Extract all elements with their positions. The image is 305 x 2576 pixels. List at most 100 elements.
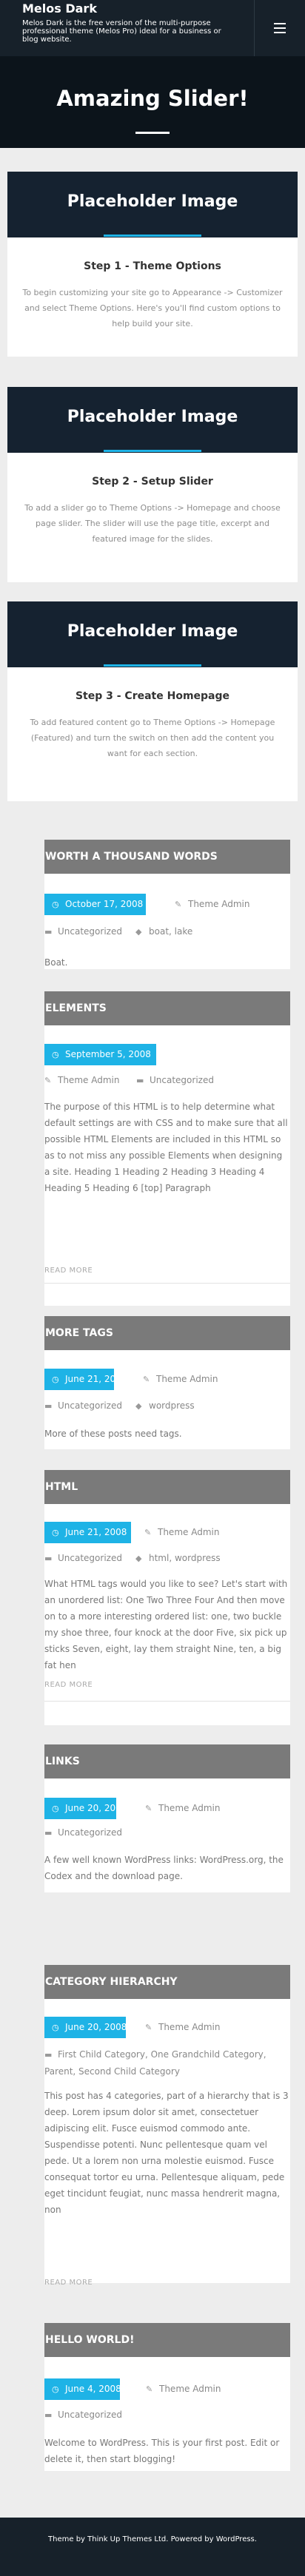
post-excerpt: A few well known WordPress links: WordPr… bbox=[44, 1855, 284, 1881]
pencil-icon: ✎ bbox=[146, 2384, 153, 2394]
post-excerpt: Welcome to WordPress. This is your first… bbox=[44, 2438, 280, 2464]
post-date[interactable]: ◷ June 21, 2008 bbox=[44, 1522, 131, 1543]
post-date-text: October 17, 2008 bbox=[65, 899, 144, 909]
post-category[interactable]: ▬ Uncategorized bbox=[44, 2410, 122, 2420]
feature-title[interactable]: Step 2 - Setup Slider bbox=[7, 476, 298, 488]
post-date[interactable]: ◷ June 20, 2008 bbox=[44, 2017, 127, 2038]
post-divider bbox=[44, 1283, 290, 1284]
post-category-text: Uncategorized bbox=[58, 2410, 122, 2420]
feature-image[interactable]: Placeholder Image bbox=[7, 387, 298, 453]
read-more-link[interactable]: READ MORE bbox=[44, 1267, 93, 1275]
hamburger-icon bbox=[274, 23, 286, 33]
post-date-text: June 20, 2008 bbox=[65, 1803, 127, 1813]
clock-icon: ◷ bbox=[52, 1804, 59, 1813]
post-excerpt: Boat. bbox=[44, 957, 68, 968]
read-more-link[interactable]: READ MORE bbox=[44, 2279, 93, 2287]
post-title[interactable]: WORTH A THOUSAND WORDS bbox=[44, 840, 290, 874]
post-tags[interactable]: ◆ html, wordpress bbox=[135, 1553, 221, 1563]
pencil-icon: ✎ bbox=[44, 1076, 52, 1085]
folder-icon: ▬ bbox=[44, 1401, 53, 1411]
site-footer: Theme by Think Up Themes Ltd. Powered by… bbox=[0, 2518, 305, 2576]
post-author[interactable]: ✎ Theme Admin bbox=[145, 2022, 220, 2032]
post-author-text: Theme Admin bbox=[158, 2022, 221, 2032]
post-title-bar: HTML bbox=[44, 1470, 290, 1504]
blog-post: LINKS ◷ June 20, 2008 ✎ Theme Admin ▬ Uncat… bbox=[44, 1744, 290, 1892]
post-category[interactable]: ▬ Uncategorized bbox=[136, 1075, 214, 1085]
feature-title[interactable]: Step 3 - Create Homepage bbox=[7, 690, 298, 702]
post-date[interactable]: ◷ June 21, 2008 bbox=[44, 1369, 127, 1390]
folder-icon: ▬ bbox=[44, 2050, 53, 2060]
footer-credits[interactable]: Theme by Think Up Themes Ltd. Powered by… bbox=[0, 2535, 305, 2543]
post-author-text: Theme Admin bbox=[156, 1374, 218, 1384]
feature-image[interactable]: Placeholder Image bbox=[7, 601, 298, 667]
post-tags[interactable]: ◆ wordpress bbox=[135, 1400, 195, 1411]
post-tags[interactable]: ◆ boat, lake bbox=[135, 926, 192, 937]
post-author[interactable]: ✎ Theme Admin bbox=[143, 1374, 218, 1384]
post-category[interactable]: ▬ Uncategorized bbox=[44, 1553, 122, 1563]
feature-box: Placeholder Image Step 1 - Theme Options… bbox=[7, 172, 298, 357]
post-excerpt: This post has 4 categories, part of a hi… bbox=[44, 2091, 289, 2215]
clock-icon: ◷ bbox=[52, 1375, 59, 1384]
post-author[interactable]: ✎ Theme Admin bbox=[175, 899, 249, 909]
post-author[interactable]: ✎ Theme Admin bbox=[146, 2384, 221, 2394]
post-author-text: Theme Admin bbox=[58, 1075, 120, 1085]
post-title[interactable]: ELEMENTS bbox=[44, 991, 290, 1025]
post-title-bar: WORTH A THOUSAND WORDS bbox=[44, 840, 290, 874]
pencil-icon: ✎ bbox=[144, 1528, 152, 1537]
post-date-text: June 20, 2008 bbox=[65, 2022, 127, 2032]
post-author-text: Theme Admin bbox=[158, 1803, 221, 1813]
post-tags-text: html, wordpress bbox=[149, 1553, 221, 1563]
post-author[interactable]: ✎ Theme Admin bbox=[144, 1527, 219, 1537]
clock-icon: ◷ bbox=[52, 1050, 59, 1059]
read-more-link[interactable]: READ MORE bbox=[44, 1681, 93, 1689]
post-category[interactable]: ▬ Uncategorized bbox=[44, 926, 122, 937]
post-title-bar: ELEMENTS bbox=[44, 991, 290, 1025]
clock-icon: ◷ bbox=[52, 2023, 59, 2032]
post-category[interactable]: ▬ Uncategorized bbox=[44, 1827, 122, 1838]
tag-icon: ◆ bbox=[135, 1401, 142, 1411]
intro-underline bbox=[135, 132, 170, 134]
tag-icon: ◆ bbox=[135, 1554, 142, 1563]
post-author[interactable]: ✎ Theme Admin bbox=[145, 1803, 220, 1813]
post-category[interactable]: ▬ Uncategorized bbox=[44, 1400, 122, 1411]
site-description: Melos Dark is the free version of the mu… bbox=[22, 19, 221, 44]
post-author-text: Theme Admin bbox=[158, 1527, 220, 1537]
feature-image-label: Placeholder Image bbox=[67, 408, 238, 426]
post-excerpt: More of these posts need tags. bbox=[44, 1429, 182, 1439]
post-category-text: First Child Category, One Grandchild Cat… bbox=[44, 2049, 267, 2077]
post-category-text: Uncategorized bbox=[58, 1553, 122, 1563]
tag-icon: ◆ bbox=[135, 927, 142, 937]
feature-text: To add featured content go to Theme Opti… bbox=[30, 718, 275, 758]
post-title[interactable]: LINKS bbox=[44, 1744, 290, 1778]
feature-image[interactable]: Placeholder Image bbox=[7, 172, 298, 237]
post-author[interactable]: ✎ Theme Admin bbox=[44, 1075, 119, 1085]
post-title[interactable]: CATEGORY HIERARCHY bbox=[44, 1965, 290, 1999]
site-header: Melos Dark Melos Dark is the free versio… bbox=[0, 0, 305, 56]
post-divider bbox=[44, 1701, 290, 1702]
post-date-text: September 5, 2008 bbox=[65, 1049, 151, 1059]
feature-accent-line bbox=[104, 450, 201, 452]
blog-post: WORTH A THOUSAND WORDS ◷ October 17, 2008… bbox=[44, 840, 290, 969]
post-excerpt: What HTML tags would you like to see? Le… bbox=[44, 1579, 288, 1670]
post-author-text: Theme Admin bbox=[188, 899, 250, 909]
post-date[interactable]: ◷ September 5, 2008 bbox=[44, 1044, 156, 1065]
post-date[interactable]: ◷ October 17, 2008 bbox=[44, 894, 146, 915]
post-excerpt: The purpose of this HTML is to help dete… bbox=[44, 1102, 288, 1193]
post-category[interactable]: ▬ First Child Category, One Grandchild Ca… bbox=[44, 2046, 290, 2080]
feature-title[interactable]: Step 1 - Theme Options bbox=[7, 260, 298, 272]
feature-text: To begin customizing your site go to App… bbox=[22, 288, 283, 328]
post-date[interactable]: ◷ June 20, 2008 bbox=[44, 1798, 127, 1819]
blog-post: ELEMENTS ◷ September 5, 2008 ✎ Theme Admin… bbox=[44, 991, 290, 1306]
post-date[interactable]: ◷ June 4, 2008 bbox=[44, 2378, 121, 2400]
post-title[interactable]: HTML bbox=[44, 1470, 290, 1504]
post-title[interactable]: HELLO WORLD! bbox=[44, 2323, 290, 2357]
clock-icon: ◷ bbox=[52, 900, 59, 909]
post-title-bar: CATEGORY HIERARCHY bbox=[44, 1965, 290, 1999]
menu-button[interactable] bbox=[254, 0, 305, 56]
feature-image-label: Placeholder Image bbox=[67, 622, 238, 641]
intro-banner: Amazing Slider! bbox=[0, 56, 305, 148]
post-title-bar: MORE TAGS bbox=[44, 1316, 290, 1350]
site-title[interactable]: Melos Dark bbox=[22, 1, 97, 16]
post-category-text: Uncategorized bbox=[58, 1400, 122, 1411]
post-title[interactable]: MORE TAGS bbox=[44, 1316, 290, 1350]
